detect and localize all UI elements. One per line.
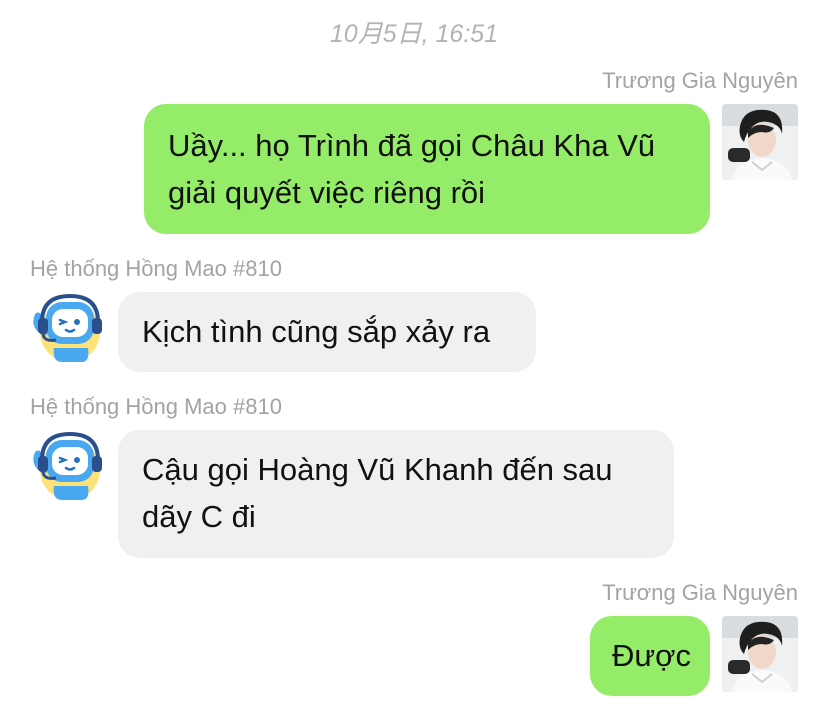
chat-thread[interactable]: 10月5日, 16:51 Trương Gia Nguyên Uầy... họ… [0, 0, 828, 712]
message-line: giải quyết việc riêng rồi [168, 175, 486, 210]
message-line: Cậu gọi Hoàng Vũ Khanh đến sau [142, 452, 613, 487]
message-bubble-incoming[interactable]: Cậu gọi Hoàng Vũ Khanh đến sau dãy C đi [118, 430, 674, 558]
boy-portrait-avatar-icon [722, 616, 798, 692]
robot-headset-avatar-icon [33, 293, 102, 362]
message-bubble-outgoing[interactable]: Được [590, 616, 710, 696]
sender-name: Trương Gia Nguyên [602, 68, 798, 93]
message-line: dãy C đi [142, 499, 256, 534]
boy-portrait-avatar-icon [722, 104, 798, 180]
user-avatar[interactable] [722, 104, 798, 180]
sender-name: Trương Gia Nguyên [602, 580, 798, 605]
message-line: Được [612, 638, 691, 673]
message-line: Uầy... họ Trình đã gọi Châu Kha Vũ [168, 128, 656, 163]
user-avatar[interactable] [722, 616, 798, 692]
message-bubble-outgoing[interactable]: Uầy... họ Trình đã gọi Châu Kha Vũ giải … [144, 104, 710, 234]
robot-headset-avatar-icon [33, 431, 102, 500]
message-line: Kịch tình cũng sắp xảy ra [142, 314, 491, 349]
message-bubble-incoming[interactable]: Kịch tình cũng sắp xảy ra [118, 292, 536, 372]
bot-avatar[interactable] [32, 430, 104, 502]
bot-avatar[interactable] [32, 292, 104, 364]
sender-name: Hệ thống Hồng Mao #810 [30, 256, 282, 281]
message-timestamp: 10月5日, 16:51 [329, 20, 499, 48]
sender-name: Hệ thống Hồng Mao #810 [30, 394, 282, 419]
